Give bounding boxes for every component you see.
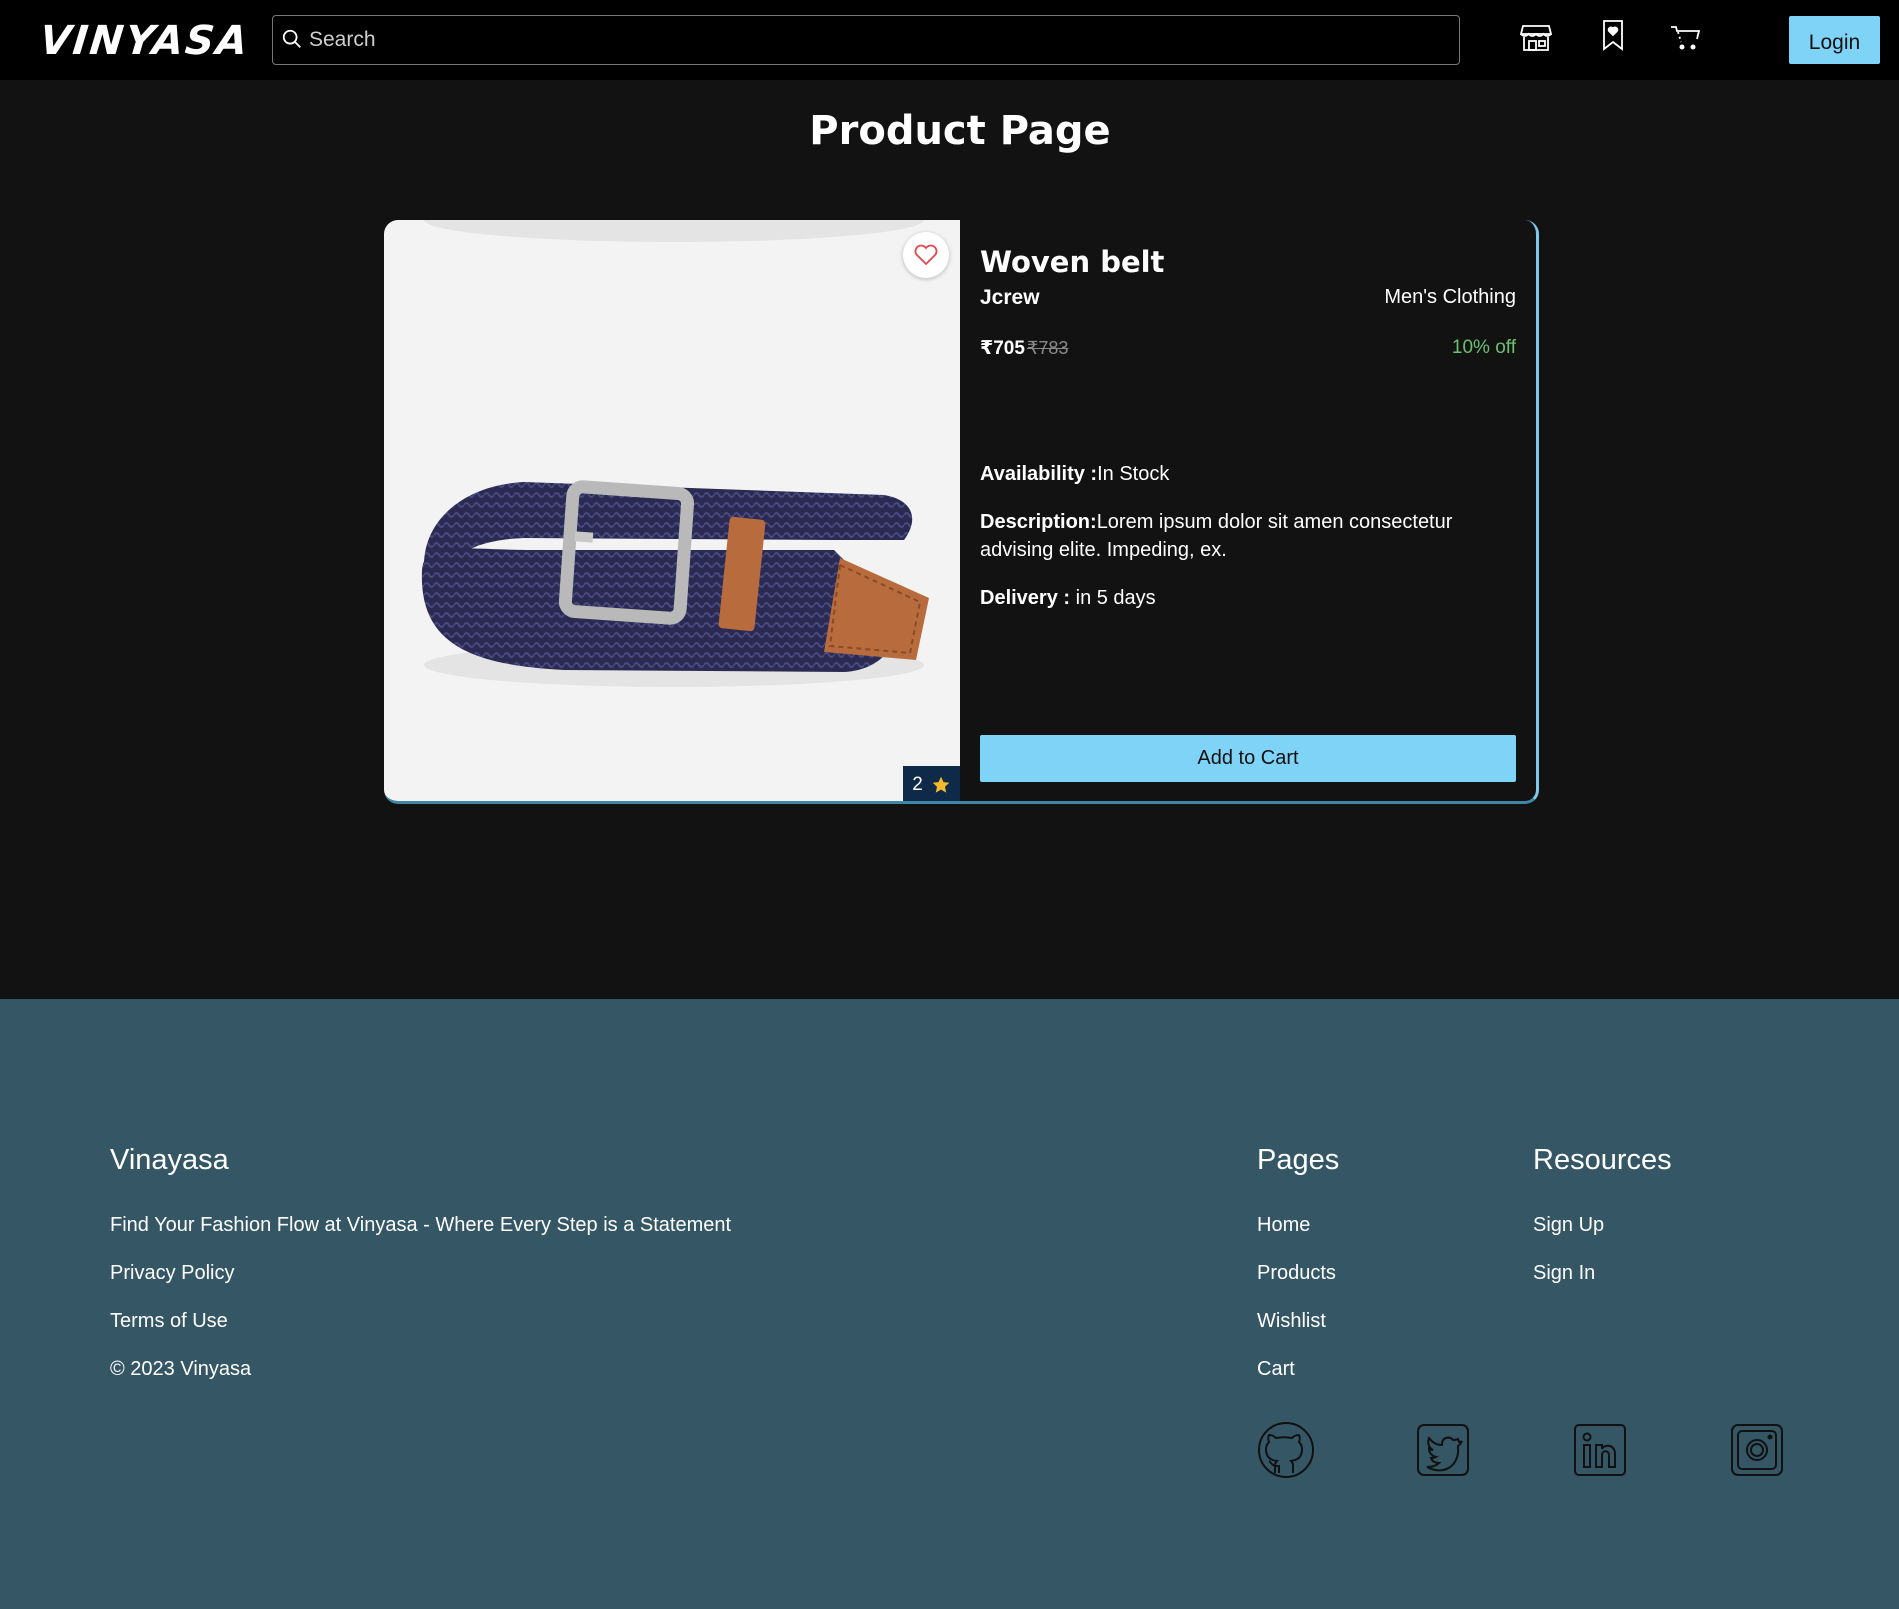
copyright: © 2023 Vinyasa <box>110 1358 252 1380</box>
cart-icon[interactable] <box>1669 20 1703 54</box>
terms-of-use-link[interactable]: Terms of Use <box>110 1310 228 1333</box>
heart-icon <box>914 244 938 266</box>
product-name: Woven belt <box>980 245 1165 279</box>
search-icon <box>282 29 301 48</box>
pages-heading: Pages <box>1257 1144 1340 1176</box>
description-label: Description: <box>980 511 1097 533</box>
delivery-label: Delivery : <box>980 587 1071 609</box>
product-price: ₹705 <box>980 338 1025 359</box>
product-card: 2 Woven belt Jcrew Men's Clothing ₹705 ₹7… <box>384 220 1539 804</box>
footer-link-sign-in[interactable]: Sign In <box>1533 1262 1595 1285</box>
rating-badge: 2 <box>903 766 960 801</box>
availability-value: In Stock <box>1097 463 1170 485</box>
footer-tagline: Find Your Fashion Flow at Vinyasa - Wher… <box>110 1214 732 1236</box>
login-button[interactable]: Login <box>1789 16 1880 64</box>
footer-link-sign-up[interactable]: Sign Up <box>1533 1214 1604 1237</box>
top-navbar: VINYASA Login <box>0 0 1899 80</box>
wishlist-heart-button[interactable] <box>903 232 949 278</box>
footer-link-cart[interactable]: Cart <box>1257 1358 1295 1381</box>
resources-heading: Resources <box>1533 1144 1672 1176</box>
product-image: 2 <box>384 220 960 801</box>
linkedin-icon[interactable] <box>1571 1421 1629 1479</box>
product-brand: Jcrew <box>980 286 1040 309</box>
belt-illustration <box>421 220 929 687</box>
availability-label: Availability : <box>980 463 1098 485</box>
footer: Vinayasa Find Your Fashion Flow at Vinya… <box>0 999 1899 1609</box>
product-category: Men's Clothing <box>1384 286 1516 308</box>
footer-link-wishlist[interactable]: Wishlist <box>1257 1310 1326 1333</box>
wishlist-bookmark-icon[interactable] <box>1596 18 1630 52</box>
product-info: Woven belt Jcrew Men's Clothing ₹705 ₹783… <box>980 220 1516 801</box>
star-icon <box>932 776 950 793</box>
github-icon[interactable] <box>1257 1421 1315 1479</box>
price-block: ₹705 ₹783 <box>980 337 1068 360</box>
description-row: Description:Lorem ipsum dolor sit amen c… <box>980 508 1480 564</box>
add-to-cart-button[interactable]: Add to Cart <box>980 735 1516 782</box>
footer-link-products[interactable]: Products <box>1257 1262 1336 1285</box>
logo[interactable]: VINYASA <box>38 18 252 64</box>
footer-link-home[interactable]: Home <box>1257 1214 1310 1237</box>
availability-row: Availability :In Stock <box>980 460 1480 488</box>
delivery-value: in 5 days <box>1070 587 1156 609</box>
privacy-policy-link[interactable]: Privacy Policy <box>110 1262 234 1285</box>
search-input[interactable] <box>309 16 1449 64</box>
discount-label: 10% off <box>1451 337 1516 358</box>
page-title: Product Page <box>809 108 1111 154</box>
instagram-icon[interactable] <box>1728 1421 1786 1479</box>
search-bar[interactable] <box>272 15 1460 65</box>
twitter-icon[interactable] <box>1414 1421 1472 1479</box>
footer-brand: Vinayasa <box>110 1144 229 1176</box>
store-icon[interactable] <box>1519 20 1553 54</box>
product-mrp: ₹783 <box>1026 338 1069 358</box>
rating-value: 2 <box>912 774 923 795</box>
delivery-row: Delivery : in 5 days <box>980 584 1480 612</box>
